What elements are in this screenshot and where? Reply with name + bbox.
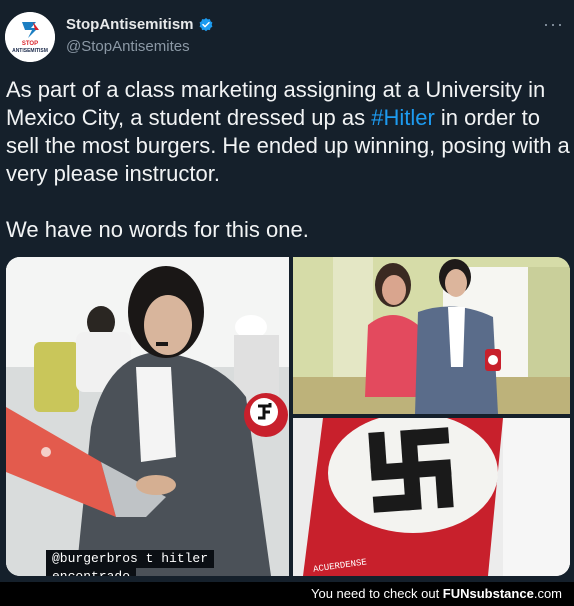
avatar-logo-icon: STOP ANTISEMITISM xyxy=(5,12,55,62)
more-options-icon[interactable]: ··· xyxy=(543,14,564,35)
name-row: StopAntisemitism xyxy=(66,16,214,33)
tweet-paragraph-1: As part of a class marketing assigning a… xyxy=(6,76,570,188)
tweet-header: STOP ANTISEMITISM StopAntisemitism @Stop… xyxy=(0,0,574,70)
handle[interactable]: @StopAntisemites xyxy=(66,38,190,55)
brand-fun: FUN xyxy=(442,586,470,601)
photo-armband-closeup-image xyxy=(293,418,570,576)
avatar[interactable]: STOP ANTISEMITISM xyxy=(5,12,55,62)
brand-tld: .com xyxy=(533,586,562,601)
verified-badge-icon xyxy=(199,17,212,31)
avatar-text-bottom: ANTISEMITISM xyxy=(12,48,48,54)
hashtag-link[interactable]: #Hitler xyxy=(371,105,435,130)
footer-text[interactable]: You need to check out FUNsubstance.com xyxy=(311,582,562,606)
footer-prefix: You need to check out xyxy=(311,586,443,601)
avatar-text-top: STOP xyxy=(22,41,38,47)
tweet-text: As part of a class marketing assigning a… xyxy=(6,76,570,244)
photo-student-laptop[interactable]: @burgerbros t hitler encontrado xyxy=(6,257,289,576)
photo-armband-closeup[interactable]: ACUERDENSE xyxy=(293,418,570,576)
story-mention-tag: @burgerbros t hitler xyxy=(46,550,215,568)
watermark-footer: You need to check out FUNsubstance.com xyxy=(0,582,574,606)
photo-student-laptop-image xyxy=(6,257,289,576)
media-grid: @burgerbros t hitler encontrado xyxy=(6,257,570,576)
photo-posing-instructor-image xyxy=(293,257,570,414)
story-caption-tag: encontrado xyxy=(46,568,137,576)
brand-substance: substance xyxy=(469,586,534,601)
photo-posing-instructor[interactable] xyxy=(293,257,570,414)
tweet-paragraph-2: We have no words for this one. xyxy=(6,217,309,242)
display-name[interactable]: StopAntisemitism xyxy=(66,16,194,33)
